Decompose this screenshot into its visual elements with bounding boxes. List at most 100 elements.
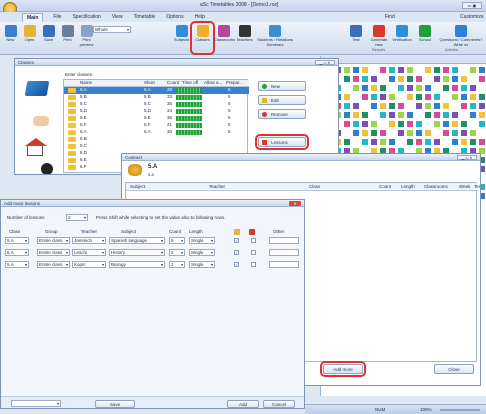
timetable-cell[interactable] — [379, 84, 387, 92]
timetable-cell[interactable] — [397, 120, 405, 128]
timetable-cell[interactable] — [451, 75, 459, 83]
timetable-cell[interactable] — [478, 66, 486, 74]
row-lock-checkbox[interactable]: ✓ — [234, 262, 239, 267]
row-teacher-select[interactable]: Jammich — [72, 237, 106, 244]
classes-row[interactable]: 5.B 5.B 33 5 — [64, 94, 249, 101]
timetable-cell[interactable] — [406, 75, 414, 83]
timetable-cell[interactable] — [370, 93, 378, 101]
row-lock-checkbox[interactable]: ✓ — [234, 238, 239, 243]
timetable-cell[interactable] — [397, 66, 405, 74]
timetable-cell[interactable] — [451, 120, 459, 128]
timetable-cell[interactable] — [352, 66, 360, 74]
timetable-cell[interactable] — [415, 138, 423, 146]
timetable-cell[interactable] — [451, 84, 459, 92]
row-lock-checkbox[interactable]: ✓ — [234, 250, 239, 255]
timetable-cell[interactable] — [424, 93, 432, 101]
new-class-button[interactable]: New — [258, 81, 306, 91]
classes-row[interactable]: 6.A 6.A 30 5 — [64, 129, 249, 136]
customize-label[interactable]: Customize — [460, 14, 484, 20]
timetable-cell[interactable] — [442, 75, 450, 83]
classes-column-header[interactable]: Count — [167, 80, 179, 86]
timetable-cell[interactable] — [388, 102, 396, 110]
timetable-cell[interactable] — [361, 84, 369, 92]
timetable-cell[interactable] — [406, 84, 414, 92]
timetable-cell[interactable] — [469, 111, 477, 119]
timetable-cell[interactable] — [424, 111, 432, 119]
contract-column-header[interactable]: Classrooms — [424, 184, 448, 190]
ribbon-school-button[interactable]: School — [415, 24, 435, 52]
classes-column-header[interactable]: Prepar... — [226, 80, 243, 86]
timetable-cell[interactable] — [451, 129, 459, 137]
contract-column-header[interactable]: Teacher — [209, 184, 225, 190]
timetable-cell[interactable] — [478, 75, 486, 83]
close-button[interactable]: Close — [434, 364, 474, 374]
tab-specification[interactable]: Specification — [71, 13, 101, 22]
timetable-cell[interactable] — [361, 129, 369, 137]
ribbon-subjects-button[interactable]: Subjects — [172, 24, 191, 52]
timetable-cell[interactable] — [433, 102, 441, 110]
timetable-cell[interactable] — [406, 129, 414, 137]
contract-window-controls[interactable]: ▁ ▭ ✕ — [457, 155, 477, 160]
classes-row[interactable]: 5.E 5.E 36 5 — [64, 115, 249, 122]
row-group-select[interactable]: Entire class — [37, 261, 70, 268]
timetable-cell[interactable] — [343, 138, 351, 146]
timetable-cell[interactable] — [343, 120, 351, 128]
timetable-cell[interactable] — [460, 120, 468, 128]
row-other-field[interactable] — [269, 261, 299, 268]
timetable-cell[interactable] — [343, 102, 351, 110]
timetable-cell[interactable] — [379, 102, 387, 110]
remove-class-button[interactable]: Remove — [258, 109, 306, 119]
timetable-cell[interactable] — [469, 102, 477, 110]
timetable-cell[interactable] — [424, 66, 432, 74]
contract-column-header[interactable]: Class — [309, 184, 320, 190]
timetable-cell[interactable] — [469, 138, 477, 146]
timetable-cell[interactable] — [460, 138, 468, 146]
ribbon-teachers-button[interactable]: Teachers — [235, 24, 254, 52]
timetable-cell[interactable] — [442, 120, 450, 128]
timetable-cell[interactable] — [451, 66, 459, 74]
contract-column-header[interactable]: Week — [459, 184, 470, 190]
row-group-select[interactable]: Entire class — [37, 249, 70, 256]
view-select[interactable]: Whole — [93, 26, 131, 33]
timetable-cell[interactable] — [433, 66, 441, 74]
number-of-lessons-select[interactable]: 3 — [66, 214, 88, 221]
timetable-cell[interactable] — [352, 120, 360, 128]
timetable-cell[interactable] — [460, 129, 468, 137]
row-teacher-select[interactable]: Kopin — [72, 261, 106, 268]
timetable-cell[interactable] — [478, 111, 486, 119]
timetable-cell[interactable] — [388, 75, 396, 83]
timetable-cell[interactable] — [388, 93, 396, 101]
row-count-select[interactable]: 2 — [169, 261, 185, 268]
row-class-select[interactable]: 5.A — [5, 249, 29, 256]
row-class-select[interactable]: 5.A — [5, 261, 29, 268]
timetable-cell[interactable] — [343, 111, 351, 119]
row-no-checkbox[interactable] — [251, 238, 256, 243]
contract-column-header[interactable]: Length — [401, 184, 415, 190]
timetable-cell[interactable] — [415, 102, 423, 110]
template-select[interactable] — [11, 400, 61, 407]
timetable-cell[interactable] — [469, 66, 477, 74]
row-other-field[interactable] — [269, 237, 299, 244]
timetable-cell[interactable] — [379, 93, 387, 101]
timetable-cell[interactable] — [442, 111, 450, 119]
timetable-cell[interactable] — [361, 66, 369, 74]
ribbon-classrooms-button[interactable]: Classrooms — [214, 24, 235, 52]
timetable-cell[interactable] — [424, 129, 432, 137]
row-subject-select[interactable]: Spanish language — [109, 237, 165, 244]
add-more-button[interactable]: Add more — [320, 361, 366, 377]
ribbon-print-button[interactable]: Print — [59, 24, 76, 52]
timetable-cell[interactable] — [469, 93, 477, 101]
classes-row[interactable]: 6.B — [64, 136, 249, 143]
timetable-cell[interactable] — [433, 138, 441, 146]
timetable-cell[interactable] — [442, 66, 450, 74]
classes-column-header[interactable]: Time off — [182, 80, 198, 86]
row-length-select[interactable]: Single — [189, 261, 215, 268]
classes-row[interactable]: 5.C 5.C 36 5 — [64, 101, 249, 108]
timetable-cell[interactable] — [388, 66, 396, 74]
timetable-cell[interactable] — [406, 93, 414, 101]
timetable-cell[interactable] — [361, 138, 369, 146]
timetable-cell[interactable] — [424, 138, 432, 146]
timetable-cell[interactable] — [370, 138, 378, 146]
timetable-cell[interactable] — [361, 75, 369, 83]
lessons-button[interactable]: Lessons — [255, 134, 309, 150]
